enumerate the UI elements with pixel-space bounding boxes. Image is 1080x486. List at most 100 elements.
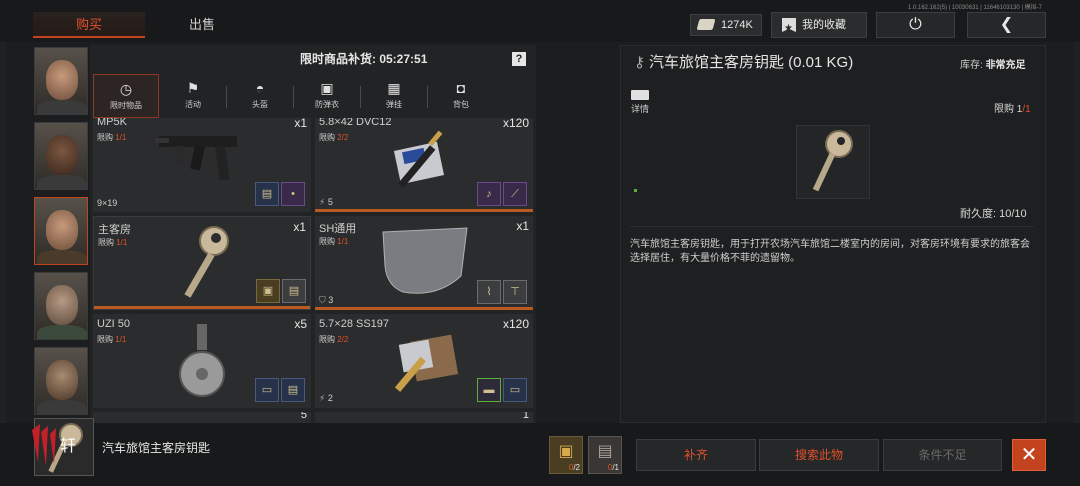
help-button[interactable]: ? (512, 52, 526, 66)
category-helmet[interactable]: ◓ 头盔 (227, 74, 293, 118)
req-tool-icon: ⟋ (503, 182, 527, 206)
item-name: MP5K (97, 118, 127, 128)
req-laptop-icon: ▭ (255, 378, 279, 402)
shop-item-key[interactable]: 主客房 限购 1/1 x1 ▣ ▤ (93, 216, 311, 310)
search-item-button[interactable]: 搜索此物 (759, 439, 879, 471)
req-item-icon: • (281, 182, 305, 206)
item-name: UZI 50 (97, 318, 131, 330)
item-limit: 限购 2/2 (319, 133, 349, 142)
trader-portrait-4[interactable] (34, 272, 88, 340)
gold-box-icon: ▣ (558, 443, 574, 460)
item-limit: 限购 1/1 (97, 335, 127, 344)
more-icon (631, 90, 649, 100)
req-document-icon: ▤ (281, 378, 305, 402)
shop-item-partial[interactable]: 1 (315, 412, 533, 423)
power-icon: ⏻ (909, 16, 922, 33)
req-flask-icon: ⌇ (477, 280, 501, 304)
shop-item-mp5k[interactable]: MP5K 限购 1/1 x1 9×19 ▤ • (93, 118, 311, 212)
logo-text: 轩 (60, 438, 77, 455)
category-backpack[interactable]: ◘ 背包 (428, 74, 494, 118)
divider (630, 226, 1034, 227)
cash-icon (696, 19, 716, 30)
status-dot (634, 189, 637, 192)
pen-level: ⚡ 2 (319, 393, 333, 403)
trader-portrait-2[interactable] (34, 122, 88, 190)
event-icon: ⚑ (186, 80, 200, 96)
ammo-box-icon (393, 130, 445, 189)
favorites-label: 我的收藏 (802, 19, 846, 31)
pen-level: ⚡ 5 (319, 197, 333, 207)
close-button[interactable]: ✕ (1012, 439, 1046, 471)
requirement-book[interactable]: ▤ 0/1 (588, 436, 622, 474)
back-arrow-icon: ❮ (999, 16, 1014, 33)
item-qty: 1 (522, 412, 529, 421)
claw-logo-icon (32, 424, 56, 466)
item-qty: x1 (294, 118, 307, 130)
detail-panel (620, 45, 1046, 423)
selected-item-name: 汽车旅馆主客房钥匙 (102, 441, 211, 455)
req-book-icon: ▤ (282, 279, 306, 303)
trader-portrait-5[interactable] (34, 347, 88, 415)
req-laptop-icon: ▭ (503, 378, 527, 402)
logo (28, 422, 58, 472)
book-icon: ▤ (597, 443, 613, 460)
power-button[interactable]: ⏻ (876, 12, 955, 38)
mp5k-icon (155, 136, 237, 181)
visor-icon (382, 227, 468, 294)
rarity-bar (94, 306, 310, 309)
category-limited[interactable]: ◷ 限时物品 (93, 74, 159, 118)
req-gold-box-icon: ▣ (256, 279, 280, 303)
item-qty: x5 (294, 317, 307, 331)
req-card-icon: ▬ (477, 378, 501, 402)
condition-button[interactable]: 条件不足 (883, 439, 1002, 471)
detail-title: ⚷ 汽车旅馆主客房钥匙 (0.01 KG) (634, 54, 854, 71)
stock-status: 库存: 非常充足 (960, 60, 1026, 71)
favorites-button[interactable]: 我的收藏 (771, 12, 867, 38)
detail-button[interactable]: 详情 (630, 90, 650, 115)
item-qty: x120 (502, 317, 529, 331)
category-event[interactable]: ⚑ 活动 (160, 74, 226, 118)
item-name: 5.8×42 DVC12 (319, 118, 392, 128)
tab-buy[interactable]: 购买 (33, 12, 145, 38)
key-small-icon: ⚷ (634, 54, 645, 71)
currency-display: 1274K (690, 14, 762, 36)
rarity-bar (315, 307, 533, 310)
restock-timer: 限时商品补货: 05:27:51 (300, 52, 428, 66)
req-chip-icon: ⊤ (503, 280, 527, 304)
item-limit: 限购 2/2 (319, 335, 349, 344)
category-rig[interactable]: ▦ 弹挂 (361, 74, 427, 118)
shop-item-uzi50[interactable]: UZI 50 限购 1/1 x5 ▭ ▤ (93, 314, 311, 408)
item-name: 主客房 (98, 224, 131, 236)
requirement-gold-box[interactable]: ▣ 0/2 (549, 436, 583, 474)
item-qty: x1 (516, 219, 529, 233)
category-vest[interactable]: ▣ 防弹衣 (294, 74, 360, 118)
currency-amount: 1274K (721, 19, 753, 31)
trader-portrait-1[interactable] (34, 47, 88, 115)
item-limit: 限购 1/1 (98, 238, 128, 247)
shop-item-ss197[interactable]: 5.7×28 SS197 限购 2/2 x120 ⚡ 2 ▬ ▭ (315, 314, 533, 408)
rig-icon: ▦ (387, 80, 401, 96)
right-edge (1074, 0, 1080, 486)
detail-item-image (796, 125, 870, 199)
shop-item-dvc12[interactable]: 5.8×42 DVC12 限购 2/2 x120 ⚡ 5 ♪ ⟋ (315, 118, 533, 212)
shop-item-sh-visor[interactable]: SH通用 限购 1/1 x1 ⛉ 3 ⌇ ⊤ (315, 216, 533, 310)
durability: 耐久度: 10/10 (960, 208, 1027, 220)
back-button[interactable]: ❮ (967, 12, 1046, 38)
item-name: 5.7×28 SS197 (319, 318, 390, 330)
ammo-box-icon (395, 334, 459, 392)
fill-button[interactable]: 补齐 (636, 439, 756, 471)
item-limit: 限购 1/1 (97, 133, 127, 142)
backpack-icon: ◘ (456, 80, 466, 96)
clock-icon: ◷ (119, 81, 133, 97)
detail-limit: 限购 1/1 (994, 104, 1031, 115)
left-edge (0, 0, 6, 486)
key-icon (812, 130, 853, 192)
trader-portrait-3[interactable] (34, 197, 88, 265)
item-qty: x1 (293, 220, 306, 234)
rarity-bar (315, 209, 533, 212)
item-description: 汽车旅馆主客房钥匙，用于打开农场汽车旅馆二楼室内的房间，对客房环境有要求的旅客会… (630, 239, 1030, 264)
shop-item-partial[interactable]: 5 (93, 412, 311, 423)
caliber-label: 9×19 (97, 198, 118, 208)
tab-sell[interactable]: 出售 (150, 12, 254, 38)
bookmark-icon (782, 18, 796, 32)
